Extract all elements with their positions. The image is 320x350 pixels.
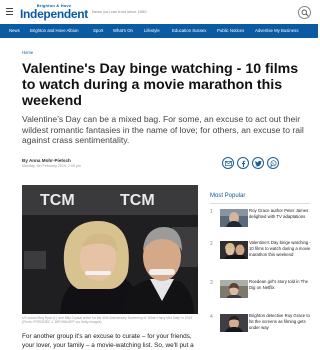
most-popular-item[interactable]: 4 Brighton detective Roy Grace to hit th… [210,313,311,344]
nav-item-sport[interactable]: Sport [93,28,103,33]
search-icon [301,9,309,17]
breadcrumb[interactable]: Home [22,50,33,55]
author-byline[interactable]: By Anna Mohr-Pietsch [22,158,71,163]
masthead: Brighton & Hove Independent News you can… [0,0,318,24]
most-popular-thumbnail [220,241,248,259]
share-email-button[interactable] [222,157,234,169]
most-popular-thumbnail [220,209,248,227]
page-title: Valentine's Day binge watching - 10 film… [22,61,299,109]
search-button[interactable] [298,6,311,19]
nav-item-advertise[interactable]: Advertise My Business [255,28,298,33]
tagline: News you can trust since 1850 [92,9,147,14]
nav-item-albion[interactable]: Brighton and Hove Albion [30,28,79,33]
nav-item-news[interactable]: News [9,28,20,33]
standfirst: Valentine's Day can be a mixed bag. For … [22,114,304,145]
article-body: For another group it's an excuse to cura… [22,333,194,349]
logo-big-text: Independent [19,7,89,21]
most-popular-thumbnail [220,280,248,298]
most-popular-headline[interactable]: Roedean girl's story told in The Dig on … [249,279,311,291]
publish-date: Monday, 4th February 2019, 7:05 pm [22,164,81,168]
nav-item-whats-on[interactable]: What's On [113,28,133,33]
share-whatsapp-button[interactable] [267,157,279,169]
article-photo[interactable]: TCM TCM [22,185,198,314]
share-facebook-button[interactable] [237,157,249,169]
main-nav: News Brighton and Hove Albion Sport What… [0,24,318,38]
nav-item-lifestyle[interactable]: Lifestyle [144,28,160,33]
site-logo[interactable]: Brighton & Hove Independent [19,3,89,23]
most-popular-item[interactable]: 2 Valentine's Day binge watching - 10 fi… [210,240,311,271]
most-popular-item[interactable]: 1 Roy Grace author Peter James delighted… [210,208,311,239]
share-twitter-button[interactable] [252,157,264,169]
most-popular-thumbnail [220,314,248,332]
nav-item-education[interactable]: Education Sussex [172,28,206,33]
svg-text:TCM: TCM [40,192,75,209]
most-popular-divider [210,203,310,204]
most-popular-headline[interactable]: Valentine's Day binge watching - 10 film… [249,240,311,259]
most-popular-headline[interactable]: Brighton detective Roy Grace to hit the … [249,313,311,332]
most-popular-rank: 3 [210,280,213,286]
whatsapp-icon [270,160,277,167]
most-popular-headline[interactable]: Roy Grace author Peter James delighted w… [249,208,311,220]
twitter-icon [255,160,262,167]
most-popular-rank: 2 [210,241,213,247]
photo-caption: US actors Meg Ryan (L) and Billy Crystal… [22,316,193,324]
photo-image: TCM TCM [22,185,198,314]
most-popular-rank: 1 [210,209,213,215]
most-popular-heading: Most Popular [210,193,246,199]
most-popular-rank: 4 [210,314,213,320]
share-bar [222,157,312,170]
facebook-icon [241,160,246,167]
svg-text:TCM: TCM [120,192,155,209]
most-popular-item[interactable]: 3 Roedean girl's story told in The Dig o… [210,279,311,310]
nav-item-public-notices[interactable]: Public Notices [217,28,244,33]
email-icon [225,160,232,167]
menu-icon[interactable] [6,8,13,15]
